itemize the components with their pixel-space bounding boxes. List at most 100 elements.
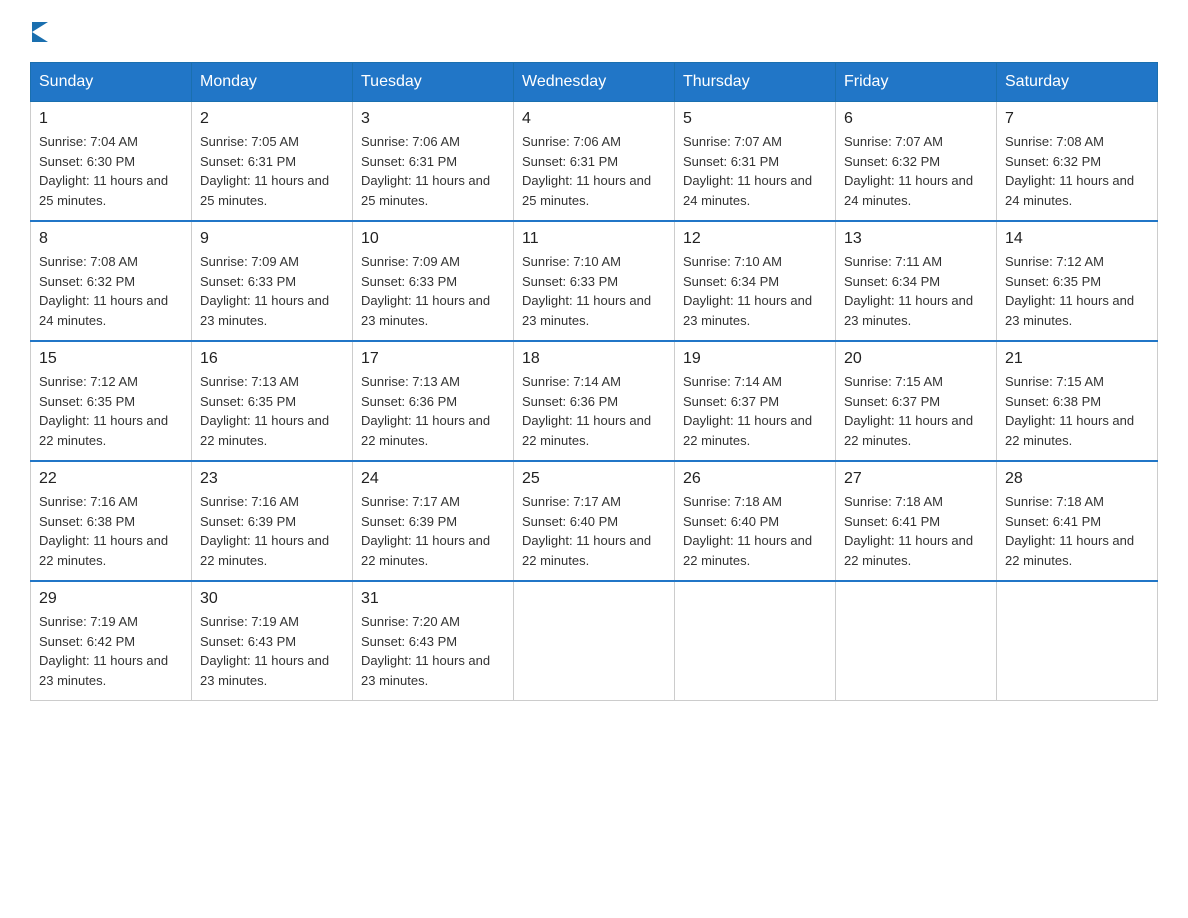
day-number: 24 [361, 470, 505, 488]
day-info: Sunrise: 7:08 AMSunset: 6:32 PMDaylight:… [39, 252, 183, 330]
calendar-cell: 21Sunrise: 7:15 AMSunset: 6:38 PMDayligh… [997, 341, 1158, 461]
calendar-cell: 17Sunrise: 7:13 AMSunset: 6:36 PMDayligh… [353, 341, 514, 461]
calendar-cell: 20 Sunrise: 7:15 AMSunset: 6:37 PMDayligh… [836, 341, 997, 461]
calendar-cell: 31 Sunrise: 7:20 AMSunset: 6:43 PMDayligh… [353, 581, 514, 701]
day-info: Sunrise: 7:20 AMSunset: 6:43 PMDaylight:… [361, 612, 505, 690]
weekday-header-thursday: Thursday [675, 63, 836, 102]
day-info: Sunrise: 7:16 AMSunset: 6:39 PMDaylight:… [200, 492, 344, 570]
day-info: Sunrise: 7:15 AMSunset: 6:37 PMDaylight:… [844, 372, 988, 450]
day-info: Sunrise: 7:16 AMSunset: 6:38 PMDaylight:… [39, 492, 183, 570]
calendar-cell: 28 Sunrise: 7:18 AMSunset: 6:41 PMDayligh… [997, 461, 1158, 581]
calendar-cell: 3Sunrise: 7:06 AMSunset: 6:31 PMDaylight… [353, 102, 514, 222]
day-info: Sunrise: 7:12 AMSunset: 6:35 PMDaylight:… [1005, 252, 1149, 330]
calendar-cell: 24 Sunrise: 7:17 AMSunset: 6:39 PMDayligh… [353, 461, 514, 581]
weekday-header-sunday: Sunday [31, 63, 192, 102]
day-number: 9 [200, 230, 344, 248]
calendar-cell [514, 581, 675, 701]
day-number: 28 [1005, 470, 1149, 488]
calendar-cell: 23 Sunrise: 7:16 AMSunset: 6:39 PMDayligh… [192, 461, 353, 581]
day-info: Sunrise: 7:07 AMSunset: 6:32 PMDaylight:… [844, 132, 988, 210]
calendar-cell: 9 Sunrise: 7:09 AMSunset: 6:33 PMDaylight… [192, 221, 353, 341]
day-info: Sunrise: 7:06 AMSunset: 6:31 PMDaylight:… [361, 132, 505, 210]
calendar-week-row: 8 Sunrise: 7:08 AMSunset: 6:32 PMDaylight… [31, 221, 1158, 341]
day-number: 12 [683, 230, 827, 248]
day-info: Sunrise: 7:12 AMSunset: 6:35 PMDaylight:… [39, 372, 183, 450]
weekday-header-friday: Friday [836, 63, 997, 102]
day-number: 26 [683, 470, 827, 488]
day-number: 31 [361, 590, 505, 608]
calendar-cell: 16 Sunrise: 7:13 AMSunset: 6:35 PMDayligh… [192, 341, 353, 461]
day-info: Sunrise: 7:10 AMSunset: 6:34 PMDaylight:… [683, 252, 827, 330]
day-info: Sunrise: 7:18 AMSunset: 6:40 PMDaylight:… [683, 492, 827, 570]
calendar-cell: 6 Sunrise: 7:07 AMSunset: 6:32 PMDaylight… [836, 102, 997, 222]
day-number: 8 [39, 230, 183, 248]
day-info: Sunrise: 7:14 AMSunset: 6:37 PMDaylight:… [683, 372, 827, 450]
day-number: 20 [844, 350, 988, 368]
calendar-cell: 5 Sunrise: 7:07 AMSunset: 6:31 PMDaylight… [675, 102, 836, 222]
page-header [30, 20, 1158, 42]
day-info: Sunrise: 7:19 AMSunset: 6:43 PMDaylight:… [200, 612, 344, 690]
day-number: 15 [39, 350, 183, 368]
calendar-cell: 26 Sunrise: 7:18 AMSunset: 6:40 PMDayligh… [675, 461, 836, 581]
calendar-cell: 14 Sunrise: 7:12 AMSunset: 6:35 PMDayligh… [997, 221, 1158, 341]
weekday-header-row: SundayMondayTuesdayWednesdayThursdayFrid… [31, 63, 1158, 102]
calendar-cell: 22 Sunrise: 7:16 AMSunset: 6:38 PMDayligh… [31, 461, 192, 581]
weekday-header-saturday: Saturday [997, 63, 1158, 102]
day-number: 4 [522, 110, 666, 128]
calendar-cell [997, 581, 1158, 701]
calendar-cell: 11 Sunrise: 7:10 AMSunset: 6:33 PMDayligh… [514, 221, 675, 341]
weekday-header-monday: Monday [192, 63, 353, 102]
day-number: 25 [522, 470, 666, 488]
day-number: 1 [39, 110, 183, 128]
day-info: Sunrise: 7:14 AMSunset: 6:36 PMDaylight:… [522, 372, 666, 450]
weekday-header-wednesday: Wednesday [514, 63, 675, 102]
calendar-cell: 19 Sunrise: 7:14 AMSunset: 6:37 PMDayligh… [675, 341, 836, 461]
calendar-cell [836, 581, 997, 701]
day-number: 19 [683, 350, 827, 368]
day-number: 27 [844, 470, 988, 488]
calendar-cell: 27 Sunrise: 7:18 AMSunset: 6:41 PMDayligh… [836, 461, 997, 581]
day-number: 5 [683, 110, 827, 128]
calendar-cell: 4Sunrise: 7:06 AMSunset: 6:31 PMDaylight… [514, 102, 675, 222]
calendar-cell: 7Sunrise: 7:08 AMSunset: 6:32 PMDaylight… [997, 102, 1158, 222]
day-info: Sunrise: 7:10 AMSunset: 6:33 PMDaylight:… [522, 252, 666, 330]
day-info: Sunrise: 7:07 AMSunset: 6:31 PMDaylight:… [683, 132, 827, 210]
day-info: Sunrise: 7:17 AMSunset: 6:40 PMDaylight:… [522, 492, 666, 570]
calendar-week-row: 15 Sunrise: 7:12 AMSunset: 6:35 PMDayligh… [31, 341, 1158, 461]
day-number: 18 [522, 350, 666, 368]
logo [30, 20, 48, 42]
calendar-cell: 1Sunrise: 7:04 AMSunset: 6:30 PMDaylight… [31, 102, 192, 222]
day-info: Sunrise: 7:05 AMSunset: 6:31 PMDaylight:… [200, 132, 344, 210]
day-number: 6 [844, 110, 988, 128]
day-number: 22 [39, 470, 183, 488]
calendar-cell: 15 Sunrise: 7:12 AMSunset: 6:35 PMDayligh… [31, 341, 192, 461]
day-number: 14 [1005, 230, 1149, 248]
calendar-week-row: 29Sunrise: 7:19 AMSunset: 6:42 PMDayligh… [31, 581, 1158, 701]
day-number: 16 [200, 350, 344, 368]
calendar-cell: 29Sunrise: 7:19 AMSunset: 6:42 PMDayligh… [31, 581, 192, 701]
day-info: Sunrise: 7:09 AMSunset: 6:33 PMDaylight:… [361, 252, 505, 330]
day-info: Sunrise: 7:09 AMSunset: 6:33 PMDaylight:… [200, 252, 344, 330]
calendar-cell: 10 Sunrise: 7:09 AMSunset: 6:33 PMDayligh… [353, 221, 514, 341]
weekday-header-tuesday: Tuesday [353, 63, 514, 102]
calendar-cell: 25 Sunrise: 7:17 AMSunset: 6:40 PMDayligh… [514, 461, 675, 581]
day-info: Sunrise: 7:18 AMSunset: 6:41 PMDaylight:… [844, 492, 988, 570]
day-number: 2 [200, 110, 344, 128]
calendar-cell: 12 Sunrise: 7:10 AMSunset: 6:34 PMDayligh… [675, 221, 836, 341]
day-number: 11 [522, 230, 666, 248]
calendar-week-row: 22 Sunrise: 7:16 AMSunset: 6:38 PMDayligh… [31, 461, 1158, 581]
day-info: Sunrise: 7:17 AMSunset: 6:39 PMDaylight:… [361, 492, 505, 570]
calendar-week-row: 1Sunrise: 7:04 AMSunset: 6:30 PMDaylight… [31, 102, 1158, 222]
calendar-cell: 30 Sunrise: 7:19 AMSunset: 6:43 PMDayligh… [192, 581, 353, 701]
day-number: 23 [200, 470, 344, 488]
calendar-cell: 18 Sunrise: 7:14 AMSunset: 6:36 PMDayligh… [514, 341, 675, 461]
calendar-cell: 2 Sunrise: 7:05 AMSunset: 6:31 PMDaylight… [192, 102, 353, 222]
day-info: Sunrise: 7:13 AMSunset: 6:35 PMDaylight:… [200, 372, 344, 450]
day-number: 7 [1005, 110, 1149, 128]
day-info: Sunrise: 7:19 AMSunset: 6:42 PMDaylight:… [39, 612, 183, 690]
day-number: 10 [361, 230, 505, 248]
day-info: Sunrise: 7:18 AMSunset: 6:41 PMDaylight:… [1005, 492, 1149, 570]
calendar-table: SundayMondayTuesdayWednesdayThursdayFrid… [30, 62, 1158, 701]
day-number: 30 [200, 590, 344, 608]
day-number: 13 [844, 230, 988, 248]
